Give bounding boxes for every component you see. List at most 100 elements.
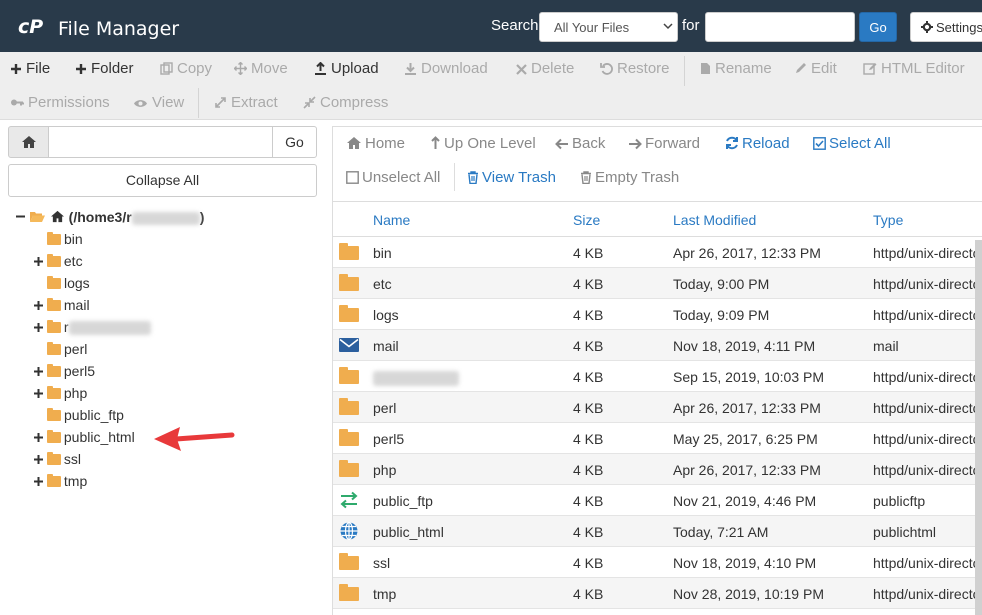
tree-item-label: etc [63,253,83,269]
plus-icon[interactable] [34,257,43,266]
table-header: Name Size Last Modified Type [333,202,982,237]
search-scope-select[interactable]: All Your Files [539,12,678,42]
table-row[interactable]: 4 KB Sep 15, 2019, 10:03 PM httpd/unix-d… [333,361,982,392]
collapse-all-button[interactable]: Collapse All [8,164,317,197]
tree-root-label: (/home3/r [68,209,132,225]
nav-back-button[interactable]: Back [555,135,605,152]
tree-item-perl[interactable]: perl [47,341,87,361]
table-row[interactable]: perl5 4 KB May 25, 2017, 6:25 PM httpd/u… [333,423,982,454]
download-button[interactable]: Download [404,60,488,77]
table-row[interactable]: php 4 KB Apr 26, 2017, 12:33 PM httpd/un… [333,454,982,485]
path-input[interactable] [48,126,274,158]
nav-home-button[interactable]: Home [346,135,405,152]
file-type: httpd/unix-directo [873,369,981,385]
main-toolbar: File Folder Copy Move Upload Download De… [0,52,982,120]
tree-item-public-html[interactable]: public_html [34,429,135,449]
permissions-label: Permissions [28,94,110,111]
file-type: mail [873,338,899,354]
upload-label: Upload [331,60,379,77]
nav-forward-button[interactable]: Forward [628,135,700,152]
table-row[interactable]: bin 4 KB Apr 26, 2017, 12:33 PM httpd/un… [333,237,982,268]
plus-icon[interactable] [34,323,43,332]
tree-root[interactable]: (/home3/r) [16,209,204,229]
edit-button[interactable]: Edit [794,60,837,77]
table-row[interactable]: tmp 4 KB Nov 28, 2019, 10:19 PM httpd/un… [333,578,982,609]
search-go-button[interactable]: Go [859,12,897,42]
settings-button[interactable]: Settings [910,12,982,42]
view-button[interactable]: View [133,94,184,111]
table-row[interactable]: mail 4 KB Nov 18, 2019, 4:11 PM mail [333,330,982,361]
upload-button[interactable]: Upload [314,60,379,77]
file-type: httpd/unix-directo [873,462,981,478]
permissions-button[interactable]: Permissions [10,94,110,111]
column-header-type[interactable]: Type [873,212,903,228]
tree-item-mail[interactable]: mail [34,297,90,317]
folder-icon [339,367,359,385]
new-file-button[interactable]: File [10,60,50,77]
tree-item-redacted[interactable]: r [34,319,151,339]
plus-icon [11,64,21,74]
download-icon [405,63,416,75]
plus-icon[interactable] [34,455,43,464]
plus-icon[interactable] [34,433,43,442]
table-scrollbar[interactable] [975,240,982,615]
tree-item-label: public_html [63,429,135,445]
tree-item-ssl[interactable]: ssl [34,451,81,471]
view-trash-button[interactable]: View Trash [467,169,556,186]
checkbox-checked-icon [813,137,826,150]
column-header-name[interactable]: Name [373,212,410,228]
plus-icon[interactable] [34,367,43,376]
tree-item-perl5[interactable]: perl5 [34,363,95,383]
tree-item-public-ftp[interactable]: public_ftp [47,407,124,427]
rename-button[interactable]: Rename [700,60,772,77]
move-button[interactable]: Move [233,60,288,77]
file-modified: Today, 9:00 PM [673,276,770,292]
table-row[interactable]: ssl 4 KB Nov 18, 2019, 4:10 PM httpd/uni… [333,547,982,578]
nav-up-button[interactable]: Up One Level [430,135,536,152]
cpanel-logo-icon[interactable]: cP [18,14,50,38]
folder-icon [47,342,61,355]
file-icon [701,63,710,74]
new-folder-button[interactable]: Folder [75,60,134,77]
plus-icon[interactable] [34,477,43,486]
file-name: php [373,462,397,478]
tree-item-php[interactable]: php [34,385,87,405]
restore-button[interactable]: Restore [600,60,670,77]
home-icon [22,136,36,148]
copy-button[interactable]: Copy [160,60,212,77]
folder-icon [46,430,61,443]
column-header-size[interactable]: Size [573,212,600,228]
empty-trash-button[interactable]: Empty Trash [580,169,679,186]
table-row[interactable]: public_html 4 KB Today, 7:21 AM publicht… [333,516,982,547]
unselect-all-button[interactable]: Unselect All [346,169,440,186]
nav-reload-button[interactable]: Reload [725,135,790,152]
delete-button[interactable]: Delete [516,60,574,77]
file-modified: Today, 7:21 AM [673,524,769,540]
search-input[interactable] [705,12,855,42]
table-row[interactable]: etc 4 KB Today, 9:00 PM httpd/unix-direc… [333,268,982,299]
table-row[interactable]: perl 4 KB Apr 26, 2017, 12:33 PM httpd/u… [333,392,982,423]
table-row[interactable]: public_ftp 4 KB Nov 21, 2019, 4:46 PM pu… [333,485,982,516]
select-all-button[interactable]: Select All [813,135,891,152]
table-row[interactable]: logs 4 KB Today, 9:09 PM httpd/unix-dire… [333,299,982,330]
file-name-redacted [373,369,459,386]
file-modified: Nov 18, 2019, 4:11 PM [673,338,816,354]
tree-item-bin[interactable]: bin [47,231,83,251]
extract-button[interactable]: Extract [214,94,278,111]
plus-icon[interactable] [34,301,43,310]
file-modified: Nov 21, 2019, 4:46 PM [673,493,817,509]
tree-home-button[interactable] [8,126,49,158]
column-header-modified[interactable]: Last Modified [673,212,756,228]
file-type: httpd/unix-directo [873,400,981,416]
folder-icon [46,320,61,333]
refresh-icon [726,136,738,150]
path-go-button[interactable]: Go [272,126,317,158]
compress-button[interactable]: Compress [303,94,388,111]
tree-item-logs[interactable]: logs [47,275,90,295]
edit-label: Edit [811,60,837,77]
plus-icon[interactable] [34,389,43,398]
tree-item-etc[interactable]: etc [34,253,83,273]
tree-item-tmp[interactable]: tmp [34,473,87,493]
html-editor-button[interactable]: HTML Editor [863,60,965,77]
folder-icon [339,584,359,602]
